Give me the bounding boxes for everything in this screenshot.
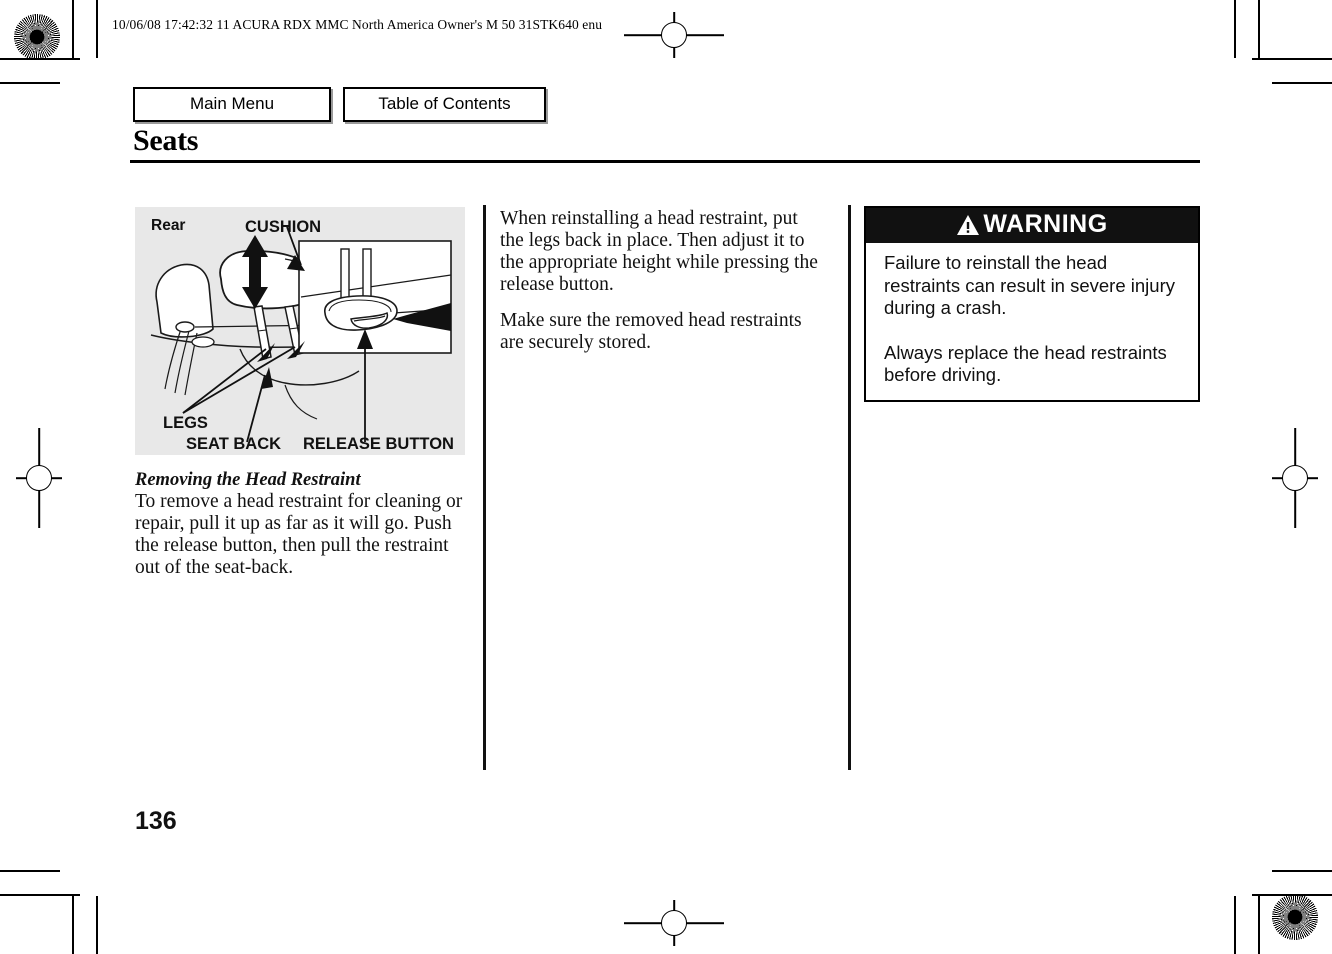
section-heading-removing-head-restraint: Removing the Head Restraint <box>135 470 361 490</box>
document-header-line: 10/06/08 17:42:32 11 ACURA RDX MMC North… <box>112 17 603 32</box>
warning-paragraph-2: Always replace the head restraints befor… <box>884 341 1167 386</box>
registration-crosshair-top <box>624 12 724 58</box>
figure-label-legs: LEGS <box>163 414 208 432</box>
figure-label-cushion: CUSHION <box>245 218 322 236</box>
middle-column-paragraph-2: Make sure the removed head restraints ar… <box>500 310 802 354</box>
crop-mark-tl-v-inner <box>72 0 74 60</box>
page-title: Seats <box>133 124 199 157</box>
crop-mark-tr-h-outer <box>1272 82 1332 84</box>
crop-mark-tr-h <box>1252 58 1332 60</box>
table-of-contents-button[interactable]: Table of Contents <box>343 87 546 122</box>
crop-mark-tr-v <box>1234 0 1236 58</box>
crop-mark-bl-h <box>0 894 80 896</box>
crop-mark-tl-h <box>0 58 80 60</box>
title-divider-rule <box>130 160 1200 163</box>
crop-mark-bl-h-outer <box>0 870 60 872</box>
warning-title-text: WARNING <box>983 210 1108 238</box>
crop-mark-br-v <box>1234 896 1236 954</box>
warning-box: WARNING Failure to reinstall the head re… <box>864 206 1200 402</box>
figure-label-release-button: RELEASE BUTTON <box>303 435 454 453</box>
crop-mark-bl-v <box>96 896 98 954</box>
middle-column-paragraph-1: When reinstalling a head restraint, put … <box>500 208 818 296</box>
left-column-body: To remove a head restraint for cleaning … <box>135 490 463 578</box>
crop-mark-bl-v-inner <box>72 894 74 954</box>
warning-box-header: WARNING <box>866 208 1198 243</box>
registration-crosshair-right <box>1272 428 1318 528</box>
crop-mark-br-v-inner <box>1258 894 1260 954</box>
column-divider-1 <box>483 205 486 770</box>
warning-paragraph-1: Failure to reinstall the head restraints… <box>884 252 1175 319</box>
page-number: 136 <box>135 807 177 835</box>
main-menu-button[interactable]: Main Menu <box>133 87 331 122</box>
figure-label-seat-back: SEAT BACK <box>186 435 282 453</box>
crop-mark-br-h-outer <box>1272 870 1332 872</box>
navigation-bar: Main Menu Table of Contents <box>133 87 546 122</box>
crop-mark-tl-v <box>96 0 98 58</box>
figure-label-rear: Rear <box>151 217 186 234</box>
registration-star-bottom-right <box>1272 894 1318 940</box>
warning-triangle-icon <box>957 214 980 235</box>
registration-star-top-left <box>14 14 60 60</box>
crop-mark-tr-v-inner <box>1258 0 1260 60</box>
registration-crosshair-left <box>16 428 62 528</box>
column-divider-2 <box>848 205 851 770</box>
left-column-text: Removing the Head Restraint To remove a … <box>135 470 473 579</box>
crop-mark-tl-h-outer <box>0 82 60 84</box>
registration-crosshair-bottom <box>624 900 724 946</box>
crop-mark-br-h <box>1252 894 1332 896</box>
warning-box-body: Failure to reinstall the head restraints… <box>866 243 1198 400</box>
middle-column-text: When reinstalling a head restraint, put … <box>500 208 820 368</box>
